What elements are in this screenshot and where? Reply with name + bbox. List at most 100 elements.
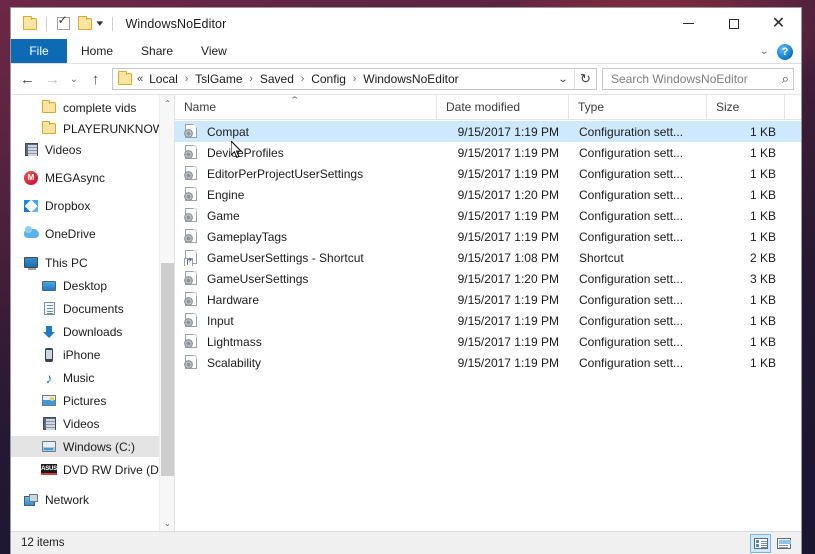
sidebar-item-this-pc[interactable]: This PC [11,252,174,273]
scrollbar-thumb[interactable] [161,263,174,476]
tab-share[interactable]: Share [127,39,187,63]
up-button[interactable]: ↑ [83,67,108,91]
search-icon[interactable]: ⌕ [782,71,789,87]
minimize-button[interactable] [666,8,711,39]
table-row[interactable]: GameplayTags 9/15/2017 1:19 PM Configura… [175,226,801,247]
large-icons-view-button[interactable] [773,534,794,553]
sidebar-item-onedrive[interactable]: OneDrive [11,223,174,244]
chevron-right-icon-2[interactable]: › [245,73,258,85]
column-header-date-modified[interactable]: Date modified [437,94,569,120]
file-name-label: Engine [207,187,245,202]
table-row[interactable]: Engine 9/15/2017 1:20 PM Configuration s… [175,184,801,205]
sidebar-item-label: This PC [45,255,88,270]
file-name-cell: Input [175,312,437,329]
tab-view[interactable]: View [187,39,241,63]
downloads-icon [41,324,57,340]
back-button[interactable]: ← [15,67,40,91]
sidebar-item-dropbox[interactable]: Dropbox [11,195,174,216]
file-type-cell: Shortcut [579,250,624,265]
file-type-cell: Configuration sett... [579,124,684,139]
config-file-icon [184,228,200,245]
file-name-label: Lightmass [207,334,262,349]
file-date-cell: 9/15/2017 1:19 PM [457,145,559,160]
videos-icon [23,142,39,158]
scroll-down-icon[interactable]: ⌄ [160,515,174,531]
file-size-cell: 1 KB [749,229,776,244]
table-row[interactable]: Input 9/15/2017 1:19 PM Configuration se… [175,310,801,331]
file-type-cell: Configuration sett... [579,166,684,181]
table-row[interactable]: GameUserSettings - Shortcut 9/15/2017 1:… [175,247,801,268]
sidebar-item-documents[interactable]: Documents [11,298,174,319]
folder-icon [41,100,57,116]
chevron-down-icon[interactable]: ⌄ [754,46,773,57]
file-type-cell: Configuration sett... [579,271,684,286]
table-row[interactable]: Scalability 9/15/2017 1:19 PM Configurat… [175,352,801,373]
sidebar-item-network[interactable]: Network [11,489,174,510]
iphone-icon [41,347,57,363]
file-type-cell: Configuration sett... [579,145,684,160]
search-input[interactable] [611,72,782,86]
tab-file[interactable]: File [11,39,67,63]
sidebar-item-windows-c[interactable]: Windows (C:) [11,436,174,457]
column-header-name[interactable]: Name ⌃ [175,94,437,120]
close-button[interactable]: ✕ [756,8,801,39]
breadcrumb-item-local[interactable]: Local [147,72,180,86]
chevron-right-icon-4[interactable]: › [348,73,361,85]
sidebar-item-complete-vids[interactable]: complete vids [11,97,174,118]
table-row[interactable]: Lightmass 9/15/2017 1:19 PM Configuratio… [175,331,801,352]
breadcrumb-item-tslgame[interactable]: TslGame [193,72,244,86]
chevron-right-icon-3[interactable]: › [296,73,309,85]
navigation-scrollbar[interactable]: ⌃ ⌄ [159,95,174,531]
chevron-down-icon[interactable]: ▾ [93,18,109,29]
recent-locations-button[interactable]: ⌄ [65,67,83,91]
file-name-label: EditorPerProjectUserSettings [207,166,364,181]
column-header-size[interactable]: Size [707,94,785,120]
sidebar-item-downloads[interactable]: Downloads [11,321,174,342]
maximize-button[interactable] [711,8,756,39]
sidebar-item-megasync[interactable]: M MEGAsync [11,167,174,188]
tab-home[interactable]: Home [67,39,127,63]
sidebar-item-videos-top[interactable]: Videos [11,139,174,160]
sidebar-item-pictures[interactable]: Pictures [11,390,174,411]
ribbon-right-controls: ⌄ ? [757,39,797,64]
folder-icon[interactable] [19,13,41,35]
search-box[interactable]: ⌕ [602,68,794,90]
breadcrumb-item-config[interactable]: Config [309,72,348,86]
file-size-cell: 1 KB [749,355,776,370]
file-size-cell: 1 KB [749,187,776,202]
breadcrumb-item-saved[interactable]: Saved [258,72,296,86]
sidebar-item-playerunknown[interactable]: PLAYERUNKNOW [11,118,174,139]
table-row[interactable]: EditorPerProjectUserSettings 9/15/2017 1… [175,163,801,184]
breadcrumb-dropdown-icon[interactable]: ⌄ [549,69,578,89]
breadcrumb-overflow-icon[interactable]: « [137,73,143,85]
config-file-icon [184,165,200,182]
details-view-button[interactable] [750,533,771,553]
status-bar: 12 items [11,531,801,554]
dropbox-icon [23,198,39,214]
sidebar-item-iphone[interactable]: iPhone [11,344,174,365]
file-name-cell: Hardware [175,291,437,308]
shortcut-file-icon [184,249,200,266]
sidebar-item-dvd-rw-drive[interactable]: ASUS DVD RW Drive (D [11,459,174,480]
properties-checkbox-icon[interactable] [52,13,74,35]
table-row[interactable]: DeviceProfiles 9/15/2017 1:19 PM Configu… [175,142,801,163]
breadcrumb[interactable]: « Local › TslGame › Saved › Config › Win… [112,68,597,90]
help-icon[interactable]: ? [777,43,793,60]
table-row[interactable]: Hardware 9/15/2017 1:19 PM Configuration… [175,289,801,310]
table-row[interactable]: Compat 9/15/2017 1:19 PM Configuration s… [175,121,801,142]
sidebar-item-desktop[interactable]: Desktop [11,275,174,296]
table-row[interactable]: GameUserSettings 9/15/2017 1:20 PM Confi… [175,268,801,289]
drive-icon [41,439,57,455]
column-header-type[interactable]: Type [569,94,707,120]
scroll-up-icon[interactable]: ⌃ [160,95,174,111]
table-row[interactable]: Game 9/15/2017 1:19 PM Configuration set… [175,205,801,226]
sidebar-item-videos[interactable]: Videos [11,413,174,434]
config-file-icon [184,354,200,371]
forward-button[interactable]: → [40,67,65,91]
pictures-icon [41,393,57,409]
file-name-cell: EditorPerProjectUserSettings [175,165,437,182]
chevron-right-icon[interactable]: › [180,73,193,85]
sidebar-item-music[interactable]: ♪ Music [11,367,174,388]
breadcrumb-item-windowsnoeditor[interactable]: WindowsNoEditor [361,72,460,86]
config-file-icon [184,291,200,308]
